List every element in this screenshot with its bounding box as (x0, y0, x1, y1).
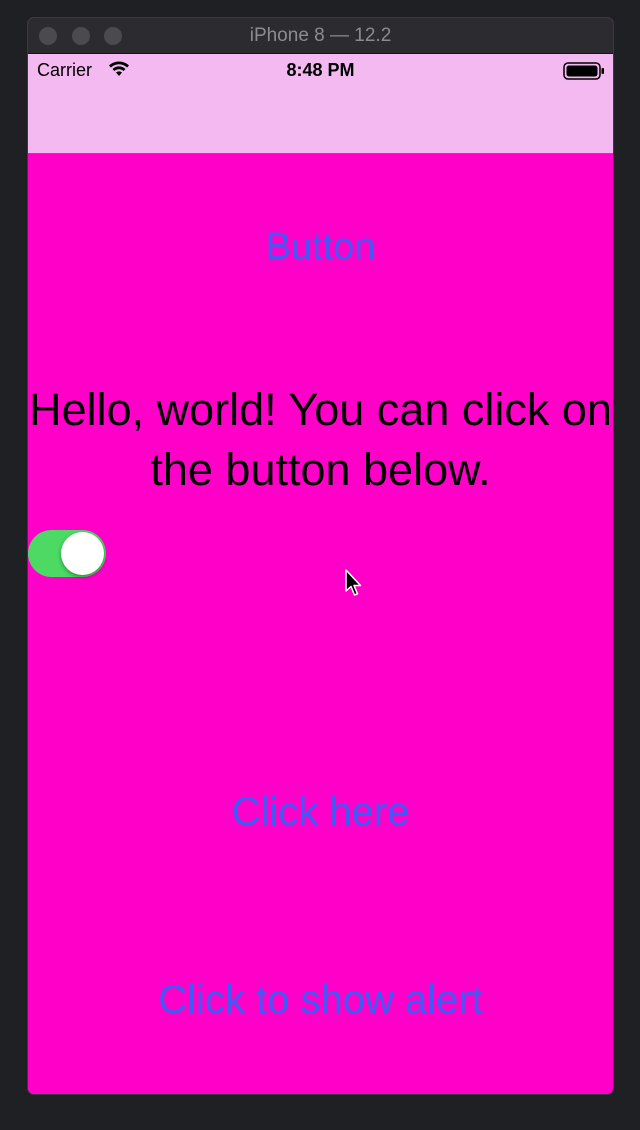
window-title: iPhone 8 — 12.2 (249, 25, 392, 46)
simulator-window: iPhone 8 — 12.2 Carrier 8:48 PM Button H… (28, 18, 613, 1094)
main-content: Button Hello, world! You can click on th… (28, 154, 613, 1094)
toggle-knob (61, 532, 104, 575)
click-here-button[interactable]: Click here (28, 790, 613, 835)
status-time: 8:48 PM (286, 60, 355, 80)
mouse-cursor-icon (345, 569, 362, 596)
window-titlebar: iPhone 8 — 12.2 (28, 18, 613, 54)
headline-text: Hello, world! You can click on the butto… (29, 384, 612, 495)
toggle-switch[interactable] (28, 530, 106, 577)
show-alert-button[interactable]: Click to show alert (28, 978, 613, 1023)
navigation-bar: Carrier 8:48 PM (28, 54, 613, 154)
battery-icon (563, 62, 604, 80)
top-button[interactable]: Button (28, 226, 613, 269)
